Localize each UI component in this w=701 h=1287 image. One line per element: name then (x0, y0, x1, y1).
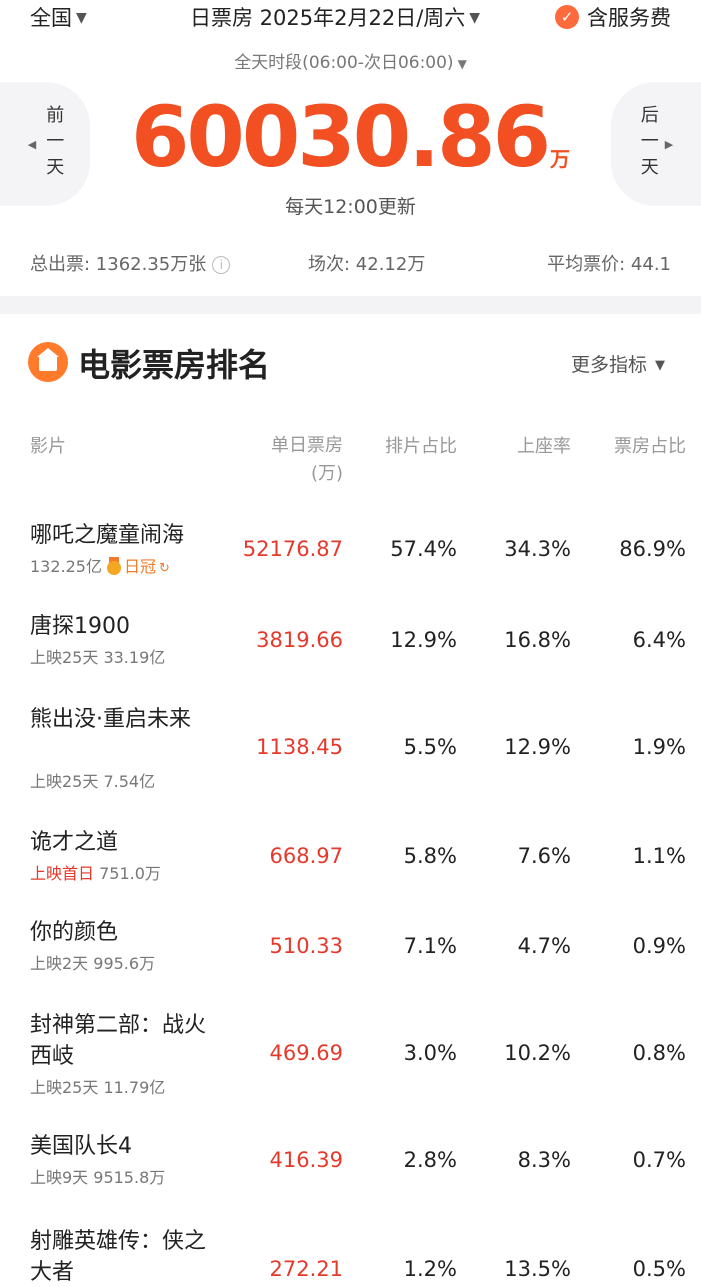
film-meta: 上映25天 11.79亿 (30, 1078, 166, 1097)
schedule-share: 7.1% (403, 934, 457, 958)
box-office-share: 86.9% (619, 537, 686, 561)
seat-rate: 10.2% (504, 1041, 571, 1065)
schedule-share: 1.2% (403, 1257, 457, 1281)
film-subtitle: 上映25天 11.79亿 (30, 1074, 165, 1098)
service-fee-toggle[interactable]: ✓ 含服务费 (555, 2, 671, 32)
film-meta: 上映2天 995.6万 (30, 954, 156, 973)
caret-down-icon: ▼ (655, 358, 665, 373)
period-selector[interactable]: 全天时段(06:00-次日06:00) ▼ (0, 48, 701, 73)
film-subtitle: 上映2天 995.6万 (30, 950, 155, 974)
col-schedule[interactable]: 排片占比 (385, 432, 457, 458)
avg-price-stat: 平均票价: 44.1 (547, 254, 671, 275)
schedule-share: 5.8% (403, 844, 457, 868)
box-office-share: 0.8% (632, 1041, 686, 1065)
col-daily[interactable]: 单日票房 (万) (271, 432, 343, 488)
seat-rate: 13.5% (504, 1257, 571, 1281)
seat-rate: 12.9% (504, 735, 571, 759)
daily-box-office: 416.39 (269, 1148, 343, 1172)
daily-box-office: 272.21 (269, 1257, 343, 1281)
col-daily-unit: (万) (310, 463, 343, 484)
film-subtitle: 132.25亿 日冠 ↻ (30, 553, 170, 577)
daily-box-office: 1138.45 (256, 735, 343, 759)
film-meta: 751.0万 (99, 864, 161, 883)
caret-down-icon: ▼ (457, 57, 467, 71)
col-daily-label: 单日票房 (271, 435, 343, 456)
col-film: 影片 (30, 436, 66, 457)
daily-champion-badge: 日冠 (124, 557, 157, 576)
daily-box-office: 52176.87 (242, 537, 343, 561)
total-unit: 万 (550, 147, 571, 171)
top-bar: 全国 ▼ 日票房 2025年2月22日/周六 ▼ ✓ 含服务费 (0, 0, 701, 36)
seat-rate: 4.7% (517, 934, 571, 958)
schedule-share: 3.0% (403, 1041, 457, 1065)
period-label: 全天时段(06:00-次日06:00) (234, 53, 454, 73)
box-office-share: 1.1% (632, 844, 686, 868)
col-share[interactable]: 票房占比 (614, 432, 686, 458)
ranking-header: 电影票房排名 更多指标 ▼ (0, 336, 701, 386)
film-name: 你的颜色 (30, 920, 119, 945)
schedule-share: 57.4% (390, 537, 457, 561)
box-office-share: 0.9% (632, 934, 686, 958)
caret-down-icon: ▼ (76, 10, 87, 26)
film-subtitle: 上映9天 9515.8万 (30, 1164, 165, 1188)
daily-box-office: 668.97 (269, 844, 343, 868)
schedule-share: 12.9% (390, 628, 457, 652)
info-icon[interactable]: i (212, 256, 231, 274)
box-office-share: 1.9% (632, 735, 686, 759)
more-metrics-label: 更多指标 (570, 354, 647, 376)
cinema-icon (28, 342, 68, 382)
total-box-office: 60030.86 万 (0, 88, 701, 186)
film-subtitle: 上映25天 7.54亿 (30, 768, 155, 792)
ranking-title: 电影票房排名 (78, 346, 271, 384)
box-office-share: 6.4% (632, 628, 686, 652)
film-name: 诡才之道 (30, 830, 119, 855)
screenings-stat: 场次: 42.12万 (308, 254, 426, 275)
daily-box-office: 3819.66 (256, 628, 343, 652)
film-name: 哪吒之魔童闹海 (30, 523, 185, 548)
tickets-stat: 总出票: 1362.35万张 i (30, 250, 231, 276)
region-label: 全国 (30, 6, 72, 30)
film-meta: 上映25天 33.19亿 (30, 648, 166, 667)
date-selector[interactable]: 日票房 2025年2月22日/周六 ▼ (190, 2, 480, 32)
box-office-share: 0.5% (632, 1257, 686, 1281)
film-name: 封神第二部：战火西岐 (30, 1013, 207, 1069)
refresh-icon: ↻ (159, 561, 170, 576)
update-note: 每天12:00更新 (285, 196, 416, 218)
seat-rate: 7.6% (517, 844, 571, 868)
check-icon: ✓ (555, 5, 579, 29)
film-subtitle: 上映首日 751.0万 (30, 860, 161, 884)
section-divider (0, 296, 701, 314)
film-meta: 上映25天 7.54亿 (30, 772, 156, 791)
film-name: 熊出没·重启未来 (30, 707, 191, 732)
total-value: 60030.86 (130, 88, 551, 186)
daily-box-office: 510.33 (269, 934, 343, 958)
film-name: 射雕英雄传：侠之大者 (30, 1229, 207, 1285)
date-label: 日票房 2025年2月22日/周六 (190, 6, 466, 30)
summary-stats: 总出票: 1362.35万张 i 场次: 42.12万 平均票价: 44.1 (0, 250, 701, 278)
daily-box-office: 469.69 (269, 1041, 343, 1065)
seat-rate: 16.8% (504, 628, 571, 652)
seat-rate: 8.3% (517, 1148, 571, 1172)
seat-rate: 34.3% (504, 537, 571, 561)
film-meta: 132.25亿 (30, 557, 102, 576)
service-fee-label: 含服务费 (587, 6, 671, 30)
release-highlight: 上映首日 (30, 864, 95, 883)
more-metrics-button[interactable]: 更多指标 ▼ (571, 350, 665, 377)
film-name: 美国队长4 (30, 1134, 132, 1159)
col-seat[interactable]: 上座率 (517, 432, 571, 458)
box-office-share: 0.7% (632, 1148, 686, 1172)
schedule-share: 5.5% (403, 735, 457, 759)
film-subtitle: 上映25天 33.19亿 (30, 644, 165, 668)
tickets-text: 总出票: 1362.35万张 (30, 254, 207, 275)
schedule-share: 2.8% (403, 1148, 457, 1172)
caret-down-icon: ▼ (469, 10, 481, 26)
film-name: 唐探1900 (30, 614, 130, 639)
film-meta: 上映9天 9515.8万 (30, 1168, 166, 1187)
region-selector[interactable]: 全国 ▼ (30, 2, 87, 32)
medal-icon (106, 557, 122, 575)
